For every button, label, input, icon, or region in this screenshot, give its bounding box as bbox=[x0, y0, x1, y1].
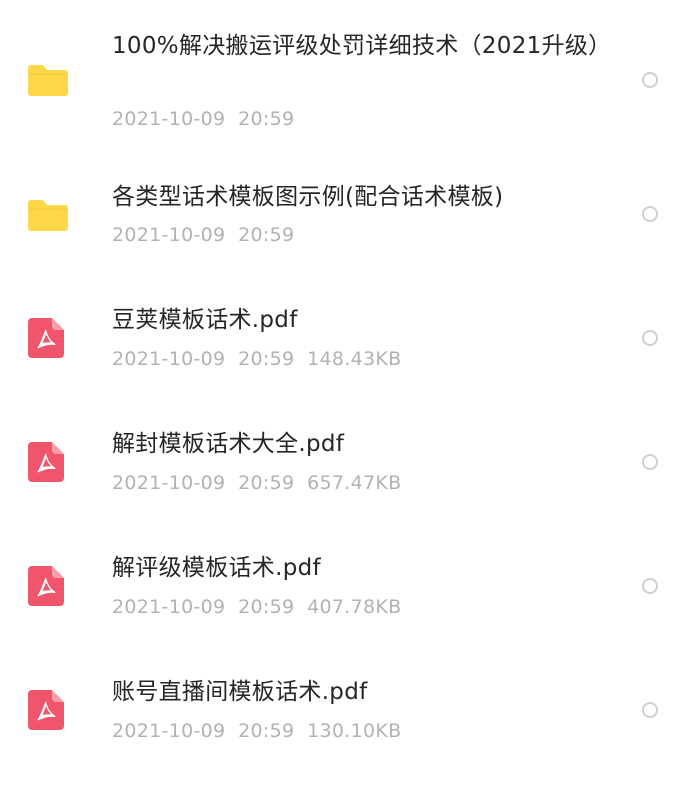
select-radio[interactable] bbox=[642, 702, 658, 718]
file-meta: 2021-10-09 20:59 bbox=[112, 106, 294, 132]
pdf-file-icon bbox=[28, 442, 64, 482]
select-radio[interactable] bbox=[642, 578, 658, 594]
file-date: 2021-10-09 bbox=[112, 596, 226, 618]
file-time: 20:59 bbox=[238, 720, 295, 742]
pdf-file-icon bbox=[28, 690, 64, 730]
folder-icon bbox=[28, 65, 68, 96]
pdf-file-icon bbox=[28, 318, 64, 358]
folder-icon bbox=[28, 200, 68, 231]
file-row[interactable]: 解封模板话术大全.pdf 2021-10-09 20:59 657.47KB bbox=[0, 400, 696, 524]
file-date: 2021-10-09 bbox=[112, 720, 226, 742]
file-date: 2021-10-09 bbox=[112, 348, 226, 370]
file-time: 20:59 bbox=[238, 348, 295, 370]
file-name: 解评级模板话术.pdf bbox=[112, 555, 321, 581]
file-meta: 2021-10-09 20:59 148.43KB bbox=[112, 346, 401, 372]
file-time: 20:59 bbox=[238, 596, 295, 618]
file-name: 各类型话术模板图示例(配合话术模板) bbox=[112, 184, 504, 210]
pdf-file-icon bbox=[28, 566, 64, 606]
file-meta: 2021-10-09 20:59 407.78KB bbox=[112, 594, 401, 620]
file-row[interactable]: 各类型话术模板图示例(配合话术模板) 2021-10-09 20:59 bbox=[0, 152, 696, 276]
select-radio[interactable] bbox=[642, 206, 658, 222]
file-meta: 2021-10-09 20:59 657.47KB bbox=[112, 470, 401, 496]
file-time: 20:59 bbox=[238, 224, 295, 246]
file-row[interactable]: 账号直播间模板话术.pdf 2021-10-09 20:59 130.10KB bbox=[0, 648, 696, 772]
file-size: 407.78KB bbox=[307, 596, 402, 618]
file-meta: 2021-10-09 20:59 130.10KB bbox=[112, 718, 401, 744]
file-name: 100%解决搬运评级处罚详细技术（2021升级） bbox=[112, 33, 612, 59]
file-date: 2021-10-09 bbox=[112, 224, 226, 246]
file-row[interactable]: 100%解决搬运评级处罚详细技术（2021升级） 2021-10-09 20:5… bbox=[0, 0, 696, 148]
file-time: 20:59 bbox=[238, 472, 295, 494]
file-list: 100%解决搬运评级处罚详细技术（2021升级） 2021-10-09 20:5… bbox=[0, 0, 696, 802]
file-name: 解封模板话术大全.pdf bbox=[112, 431, 345, 457]
file-date: 2021-10-09 bbox=[112, 472, 226, 494]
file-date: 2021-10-09 bbox=[112, 108, 226, 130]
file-time: 20:59 bbox=[238, 108, 295, 130]
file-size: 148.43KB bbox=[307, 348, 402, 370]
file-size: 657.47KB bbox=[307, 472, 402, 494]
select-radio[interactable] bbox=[642, 330, 658, 346]
select-radio[interactable] bbox=[642, 454, 658, 470]
select-radio[interactable] bbox=[642, 72, 658, 88]
file-name: 账号直播间模板话术.pdf bbox=[112, 679, 368, 705]
file-size: 130.10KB bbox=[307, 720, 402, 742]
file-row[interactable]: 豆荚模板话术.pdf 2021-10-09 20:59 148.43KB bbox=[0, 276, 696, 400]
file-row[interactable]: 解评级模板话术.pdf 2021-10-09 20:59 407.78KB bbox=[0, 524, 696, 648]
file-name: 豆荚模板话术.pdf bbox=[112, 307, 298, 333]
file-meta: 2021-10-09 20:59 bbox=[112, 222, 294, 248]
